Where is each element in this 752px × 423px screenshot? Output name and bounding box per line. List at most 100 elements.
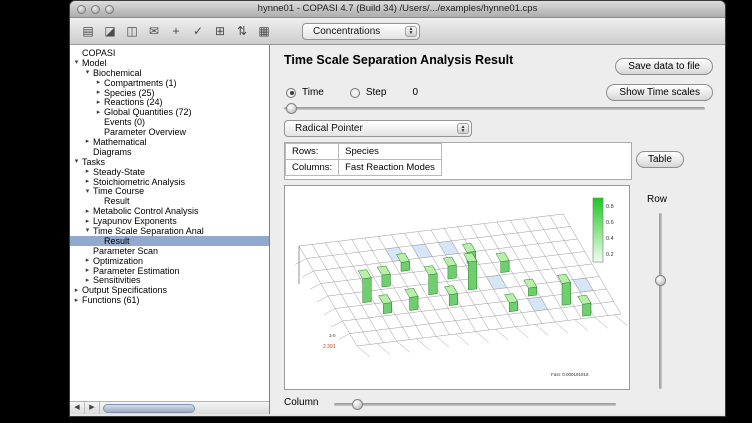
tree-item-label: Model bbox=[81, 58, 107, 68]
tree-item-label: Time Scale Separation Anal bbox=[92, 226, 204, 236]
tree-item-global-quantities-72[interactable]: ▸Global Quantities (72) bbox=[70, 107, 269, 117]
add-icon[interactable]: + bbox=[166, 21, 186, 41]
legend-tick: 0.2 bbox=[606, 252, 614, 258]
hatch-tick bbox=[310, 284, 321, 290]
tree-item-parameter-overview[interactable]: Parameter Overview bbox=[70, 127, 269, 137]
expanded-triangle-icon[interactable]: ▾ bbox=[72, 157, 81, 166]
tree-item-compartments-1[interactable]: ▸Compartments (1) bbox=[70, 78, 269, 88]
hatch-tick bbox=[476, 332, 489, 343]
titlebar[interactable]: hynne01 - COPASI 4.7 (Build 34) /Users/.… bbox=[70, 1, 725, 18]
tree-item-diagrams[interactable]: Diagrams bbox=[70, 147, 269, 157]
tree-item-label: Diagrams bbox=[92, 147, 132, 157]
tree-item-biochemical[interactable]: ▾Biochemical bbox=[70, 68, 269, 78]
tree-item-events-0[interactable]: Events (0) bbox=[70, 117, 269, 127]
bar-front-face bbox=[429, 274, 438, 295]
window-title: hynne01 - COPASI 4.7 (Build 34) /Users/.… bbox=[70, 1, 725, 17]
collapsed-triangle-icon[interactable]: ▸ bbox=[83, 217, 92, 226]
scroll-right-icon[interactable]: ▶ bbox=[85, 402, 100, 414]
collapsed-triangle-icon[interactable]: ▸ bbox=[94, 108, 103, 117]
show-time-scales-button[interactable]: Show Time scales bbox=[606, 84, 713, 101]
tree-item-functions-61[interactable]: ▸Functions (61) bbox=[70, 295, 269, 305]
tree-item-label: Species (25) bbox=[103, 88, 155, 98]
scrollbar-thumb[interactable] bbox=[103, 404, 195, 413]
collapsed-triangle-icon[interactable]: ▸ bbox=[94, 98, 103, 107]
expanded-triangle-icon[interactable]: ▾ bbox=[83, 187, 92, 196]
update-arrows-icon[interactable]: ⇅ bbox=[232, 21, 252, 41]
bar-top-face bbox=[358, 270, 371, 279]
expanded-triangle-icon[interactable]: ▾ bbox=[83, 226, 92, 235]
export-mail-icon[interactable]: ✉ bbox=[144, 21, 164, 41]
tree-item-tasks[interactable]: ▾Tasks bbox=[70, 157, 269, 167]
bar-top-face bbox=[405, 288, 418, 297]
expanded-triangle-icon[interactable]: ▾ bbox=[72, 58, 81, 67]
open-folder-icon[interactable]: ◪ bbox=[100, 21, 120, 41]
tree-item-model[interactable]: ▾Model bbox=[70, 58, 269, 68]
grid-icon[interactable]: ▦ bbox=[254, 21, 274, 41]
tree-item-sensitivities[interactable]: ▸Sensitivities bbox=[70, 275, 269, 285]
column-slider[interactable] bbox=[334, 403, 616, 406]
tree-item-copasi[interactable]: COPASI bbox=[70, 48, 269, 58]
hatch-tick bbox=[339, 334, 350, 340]
hatch-tick bbox=[614, 315, 627, 326]
print-icon[interactable]: ▤ bbox=[78, 21, 98, 41]
collapsed-triangle-icon[interactable]: ▸ bbox=[72, 296, 81, 305]
bar-front-face bbox=[509, 302, 518, 312]
hatch-tick bbox=[436, 336, 449, 347]
collapsed-triangle-icon[interactable]: ▸ bbox=[83, 167, 92, 176]
apply-check-icon[interactable]: ✓ bbox=[188, 21, 208, 41]
matrix-info-table: Rows: Species Columns: Fast Reaction Mod… bbox=[285, 143, 442, 176]
tree-item-label: Global Quantities (72) bbox=[103, 107, 192, 117]
tree-item-mathematical[interactable]: ▸Mathematical bbox=[70, 137, 269, 147]
collapsed-triangle-icon[interactable]: ▸ bbox=[94, 78, 103, 87]
tree-item-parameter-scan[interactable]: Parameter Scan bbox=[70, 246, 269, 256]
time-radio[interactable] bbox=[286, 88, 296, 98]
bar-front-face bbox=[501, 261, 509, 273]
collapsed-triangle-icon[interactable]: ▸ bbox=[83, 137, 92, 146]
tree-item-time-course[interactable]: ▾Time Course bbox=[70, 186, 269, 196]
concentrations-dropdown[interactable]: Concentrations ▲▼ bbox=[302, 23, 420, 40]
collapsed-triangle-icon[interactable]: ▸ bbox=[83, 207, 92, 216]
tree-item-result[interactable]: Result bbox=[70, 236, 269, 246]
time-slider-thumb[interactable] bbox=[286, 103, 297, 114]
collapsed-triangle-icon[interactable]: ▸ bbox=[83, 256, 92, 265]
minimize-window-button[interactable] bbox=[91, 5, 100, 14]
legend-tick: 0.6 bbox=[606, 220, 614, 226]
save-data-button[interactable]: Save data to file bbox=[615, 58, 713, 75]
tree-item-output-specifications[interactable]: ▸Output Specifications bbox=[70, 285, 269, 295]
collapsed-triangle-icon[interactable]: ▸ bbox=[83, 276, 92, 285]
collapsed-triangle-icon[interactable]: ▸ bbox=[72, 286, 81, 295]
tree-item-stoichiometric-analysis[interactable]: ▸Stoichiometric Analysis bbox=[70, 177, 269, 187]
tree-item-metabolic-control-analysis[interactable]: ▸Metabolic Control Analysis bbox=[70, 206, 269, 216]
tree-item-result[interactable]: Result bbox=[70, 196, 269, 206]
tree-item-optimization[interactable]: ▸Optimization bbox=[70, 256, 269, 266]
3d-bar-plot: 0.8 0.6 0.4 0.2 1-0 2.391 Fast: 0.000191… bbox=[285, 186, 629, 389]
zoom-window-button[interactable] bbox=[105, 5, 114, 14]
tree-item-lyapunov-exponents[interactable]: ▸Lyapunov Exponents bbox=[70, 216, 269, 226]
content-area: COPASI▾Model▾Biochemical▸Compartments (1… bbox=[70, 45, 725, 414]
close-window-button[interactable] bbox=[77, 5, 86, 14]
collapsed-triangle-icon[interactable]: ▸ bbox=[94, 88, 103, 97]
tree-item-reactions-24[interactable]: ▸Reactions (24) bbox=[70, 97, 269, 107]
collapsed-triangle-icon[interactable]: ▸ bbox=[83, 266, 92, 275]
row-slider[interactable] bbox=[659, 213, 662, 389]
row-slider-thumb[interactable] bbox=[655, 275, 666, 286]
pointer-mode-dropdown[interactable]: Radical Pointer ▲▼ bbox=[284, 120, 472, 137]
hatch-tick bbox=[303, 271, 314, 277]
expanded-triangle-icon[interactable]: ▾ bbox=[83, 68, 92, 77]
tree-item-parameter-estimation[interactable]: ▸Parameter Estimation bbox=[70, 266, 269, 276]
tree-item-steady-state[interactable]: ▸Steady-State bbox=[70, 167, 269, 177]
tree-item-time-scale-separation-anal[interactable]: ▾Time Scale Separation Anal bbox=[70, 226, 269, 236]
save-icon[interactable]: ◫ bbox=[122, 21, 142, 41]
collapsed-triangle-icon[interactable]: ▸ bbox=[83, 177, 92, 186]
scroll-left-icon[interactable]: ◀ bbox=[70, 402, 85, 414]
step-radio[interactable] bbox=[350, 88, 360, 98]
column-slider-thumb[interactable] bbox=[352, 399, 363, 410]
table-button[interactable]: Table bbox=[636, 151, 684, 168]
sidebar-horizontal-scrollbar[interactable]: ◀ ▶ bbox=[70, 401, 269, 414]
time-slider[interactable] bbox=[284, 107, 705, 110]
legend-tick: 0.8 bbox=[606, 204, 614, 210]
tree-item-species-25[interactable]: ▸Species (25) bbox=[70, 88, 269, 98]
copy-icon[interactable]: ⊞ bbox=[210, 21, 230, 41]
scrollbar-track[interactable] bbox=[100, 402, 269, 414]
matrix-info-box: Rows: Species Columns: Fast Reaction Mod… bbox=[284, 142, 632, 180]
